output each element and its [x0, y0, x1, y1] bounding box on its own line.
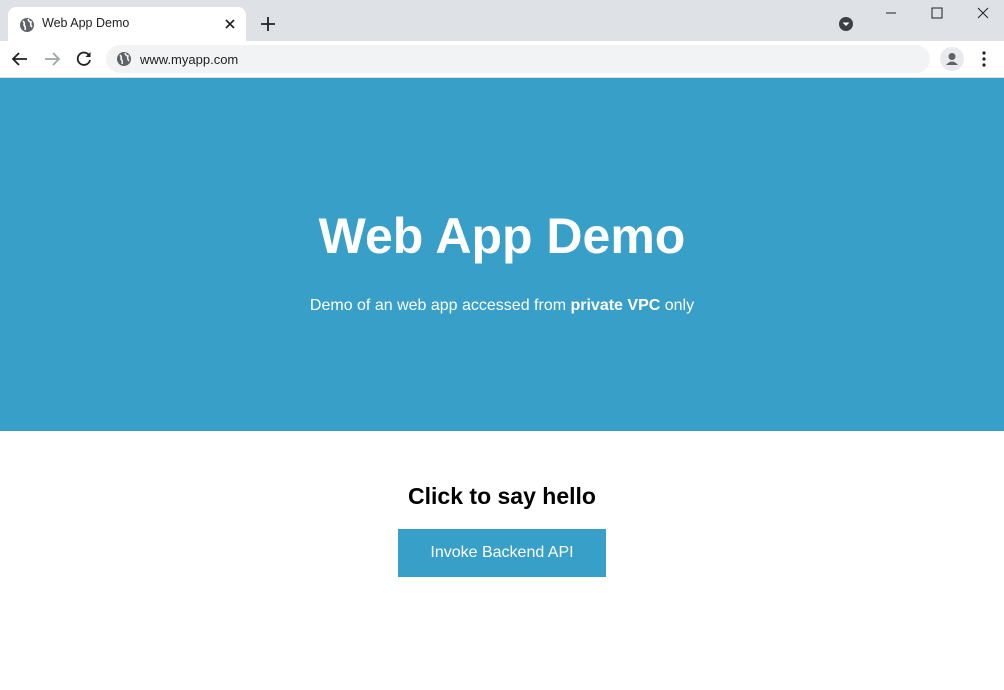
browser-window: Web App Demo www.myapp.com Web App Demo …: [0, 0, 1004, 690]
back-arrow-icon[interactable]: [10, 49, 30, 69]
subtitle-text-end: only: [660, 297, 695, 314]
invoke-backend-api-button[interactable]: Invoke Backend API: [398, 529, 606, 577]
close-tab-icon[interactable]: [222, 16, 238, 32]
close-window-icon[interactable]: [960, 0, 1004, 30]
new-tab-icon[interactable]: [258, 14, 278, 34]
browser-toolbar: www.myapp.com: [0, 41, 1004, 78]
main-content: Click to say hello Invoke Backend API: [0, 431, 1004, 690]
tab-strip: Web App Demo: [0, 0, 1004, 41]
reload-icon[interactable]: [74, 49, 94, 69]
hero-banner: Web App Demo Demo of an web app accessed…: [0, 78, 1004, 431]
tab-title: Web App Demo: [42, 16, 130, 30]
profile-icon[interactable]: [940, 47, 964, 71]
address-bar[interactable]: www.myapp.com: [106, 45, 930, 73]
forward-arrow-icon[interactable]: [42, 49, 62, 69]
tab-search-icon[interactable]: [838, 16, 854, 32]
page-title: Web App Demo: [318, 208, 686, 264]
browser-tab[interactable]: Web App Demo: [8, 7, 246, 41]
globe-icon[interactable]: [116, 51, 132, 67]
maximize-icon[interactable]: [914, 0, 960, 30]
minimize-icon[interactable]: [868, 0, 914, 30]
hero-subtitle: Demo of an web app accessed from private…: [0, 297, 1004, 315]
subtitle-text-start: Demo of an web app accessed from: [309, 297, 571, 314]
subtitle-emphasis: private VPC: [570, 297, 661, 314]
section-heading: Click to say hello: [408, 483, 596, 509]
url-text[interactable]: www.myapp.com: [140, 52, 238, 67]
more-menu-icon[interactable]: [976, 50, 992, 68]
globe-icon: [19, 17, 35, 33]
